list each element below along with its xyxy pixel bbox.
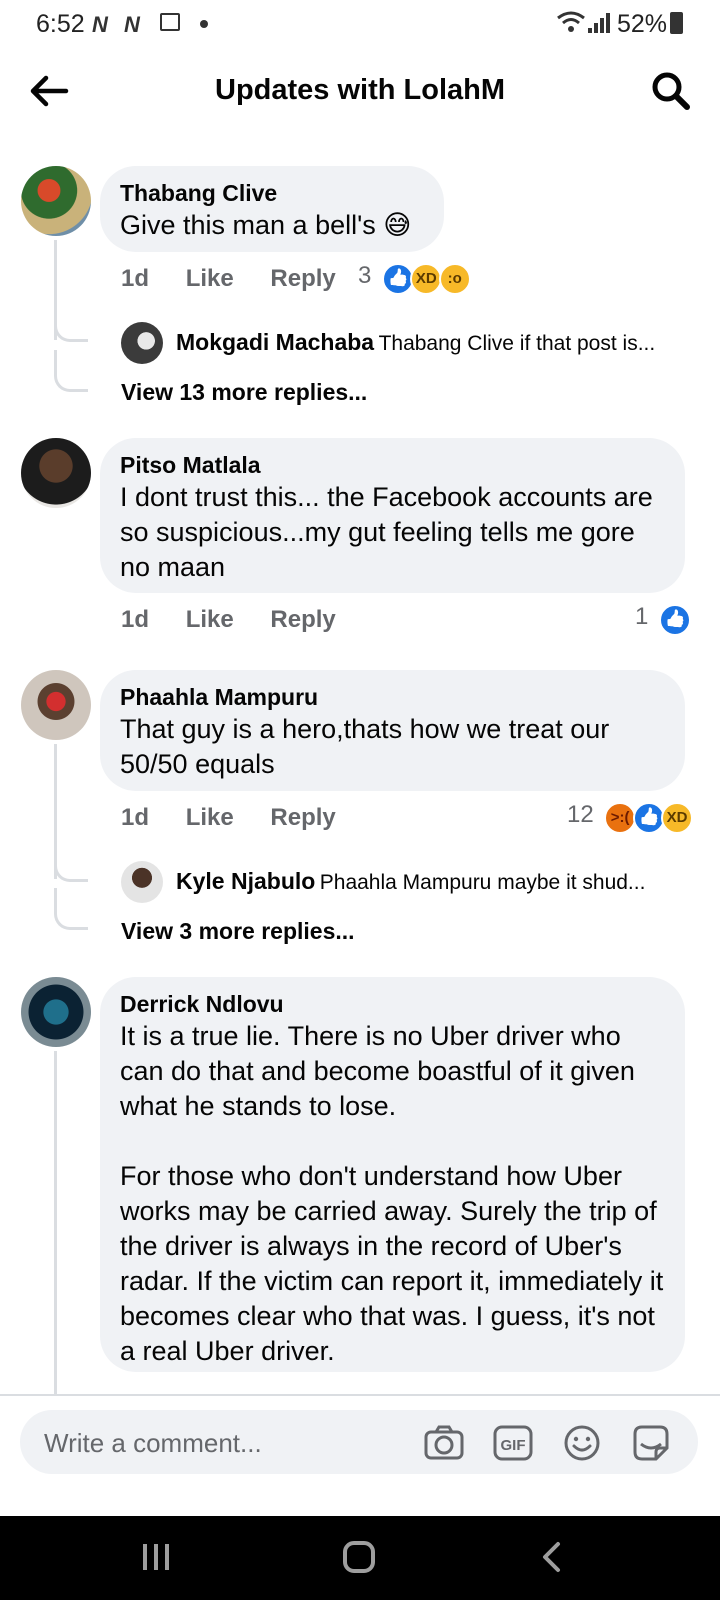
comment-text: I dont trust this... the Facebook accoun…	[120, 482, 661, 582]
emoji-icon[interactable]	[561, 1424, 603, 1462]
comment-input[interactable]	[42, 1422, 406, 1464]
comment-text: That guy is a hero,thats how we treat ou…	[120, 714, 617, 779]
notification-n-icon: N	[92, 12, 108, 37]
reply-author[interactable]: Kyle Njabulo	[176, 868, 315, 894]
comment-time: 1d	[121, 804, 150, 831]
battery-percent: 52%	[617, 10, 668, 38]
svg-text:GIF: GIF	[501, 1437, 526, 1454]
reaction-summary[interactable]: 3 XD :o	[358, 262, 471, 295]
avatar[interactable]	[121, 861, 163, 903]
avatar[interactable]	[21, 977, 91, 1047]
comment-author[interactable]: Pitso Matlala	[120, 450, 665, 480]
like-button[interactable]: Like	[186, 265, 234, 292]
recent-apps-icon[interactable]	[96, 1516, 216, 1600]
comment-time: 1d	[121, 606, 150, 633]
system-navigation-bar	[0, 1516, 720, 1600]
comment-time: 1d	[121, 265, 150, 292]
wifi-icon	[556, 10, 586, 40]
thread-connector	[54, 300, 88, 342]
thread-connector	[54, 840, 88, 882]
comment-composer-bar: GIF	[0, 1394, 720, 1486]
comment-actions: 1d Like Reply	[121, 606, 336, 634]
signal-icon	[588, 13, 612, 33]
like-button[interactable]: Like	[186, 804, 234, 831]
reply-author[interactable]: Mokgadi Machaba	[176, 329, 374, 355]
reaction-count: 12	[567, 801, 594, 828]
thread-line	[54, 1051, 57, 1396]
comment-text: Give this man a bell's 😅	[120, 210, 412, 240]
like-button[interactable]: Like	[186, 606, 234, 633]
thread-connector	[54, 888, 88, 930]
reaction-summary[interactable]: 12 >:( XD	[567, 801, 694, 834]
comment-author[interactable]: Phaahla Mampuru	[120, 682, 665, 712]
comment-bubble[interactable]: Thabang Clive Give this man a bell's 😅	[100, 166, 444, 252]
like-reaction-icon	[381, 262, 414, 295]
reply-preview[interactable]: Kyle Njabulo Phaahla Mampuru maybe it sh…	[176, 868, 696, 895]
page-title: Updates with LolahM	[215, 74, 505, 106]
comment-bubble[interactable]: Phaahla Mampuru That guy is a hero,thats…	[100, 670, 685, 791]
nav-back-icon[interactable]	[500, 1516, 620, 1600]
haha-reaction-icon: XD	[661, 801, 694, 834]
gif-icon[interactable]: GIF	[492, 1424, 534, 1462]
status-time: 6:52	[36, 10, 85, 38]
like-reaction-icon	[632, 801, 665, 834]
reply-text: Phaahla Mampuru maybe it shud...	[319, 871, 646, 894]
notification-n-icon: N	[124, 12, 140, 37]
reaction-count: 1	[635, 603, 649, 630]
reply-button[interactable]: Reply	[270, 265, 335, 292]
battery-icon	[670, 12, 683, 34]
avatar[interactable]	[21, 166, 91, 236]
reaction-summary[interactable]: 1	[635, 603, 691, 636]
comment-composer[interactable]: GIF	[20, 1410, 698, 1474]
camera-icon[interactable]	[423, 1424, 465, 1462]
search-icon[interactable]	[650, 70, 692, 112]
angry-reaction-icon: >:(	[604, 801, 637, 834]
gallery-notification-icon	[160, 13, 180, 31]
reply-button[interactable]: Reply	[270, 606, 335, 633]
top-bar: Updates with LolahM	[0, 46, 720, 138]
sticker-icon[interactable]	[630, 1424, 672, 1462]
comment-bubble[interactable]: Pitso Matlala I dont trust this... the F…	[100, 438, 685, 593]
haha-reaction-icon: XD	[410, 262, 443, 295]
avatar[interactable]	[121, 322, 163, 364]
reply-text: Thabang Clive if that post is...	[378, 332, 656, 355]
more-notifications-dot	[200, 20, 208, 28]
wow-reaction-icon: :o	[438, 262, 471, 295]
status-bar: 6:52 N N 52%	[0, 0, 720, 46]
comment-text: It is a true lie. There is no Uber drive…	[120, 1021, 664, 1366]
comment-bubble[interactable]: Derrick Ndlovu It is a true lie. There i…	[100, 977, 685, 1372]
comment-author[interactable]: Thabang Clive	[120, 178, 424, 208]
reply-preview[interactable]: Mokgadi Machaba Thabang Clive if that po…	[176, 329, 696, 356]
avatar[interactable]	[21, 670, 91, 740]
thread-connector	[54, 350, 88, 392]
view-more-replies-link[interactable]: View 3 more replies...	[121, 918, 355, 945]
comment-author[interactable]: Derrick Ndlovu	[120, 989, 665, 1019]
comment-actions: 1d Like Reply	[121, 804, 336, 832]
reply-button[interactable]: Reply	[270, 804, 335, 831]
avatar[interactable]	[21, 438, 91, 508]
view-more-replies-link[interactable]: View 13 more replies...	[121, 379, 367, 406]
reaction-count: 3	[358, 262, 372, 289]
comment-actions: 1d Like Reply	[121, 265, 336, 293]
home-icon[interactable]	[300, 1516, 420, 1600]
like-reaction-icon	[658, 603, 691, 636]
